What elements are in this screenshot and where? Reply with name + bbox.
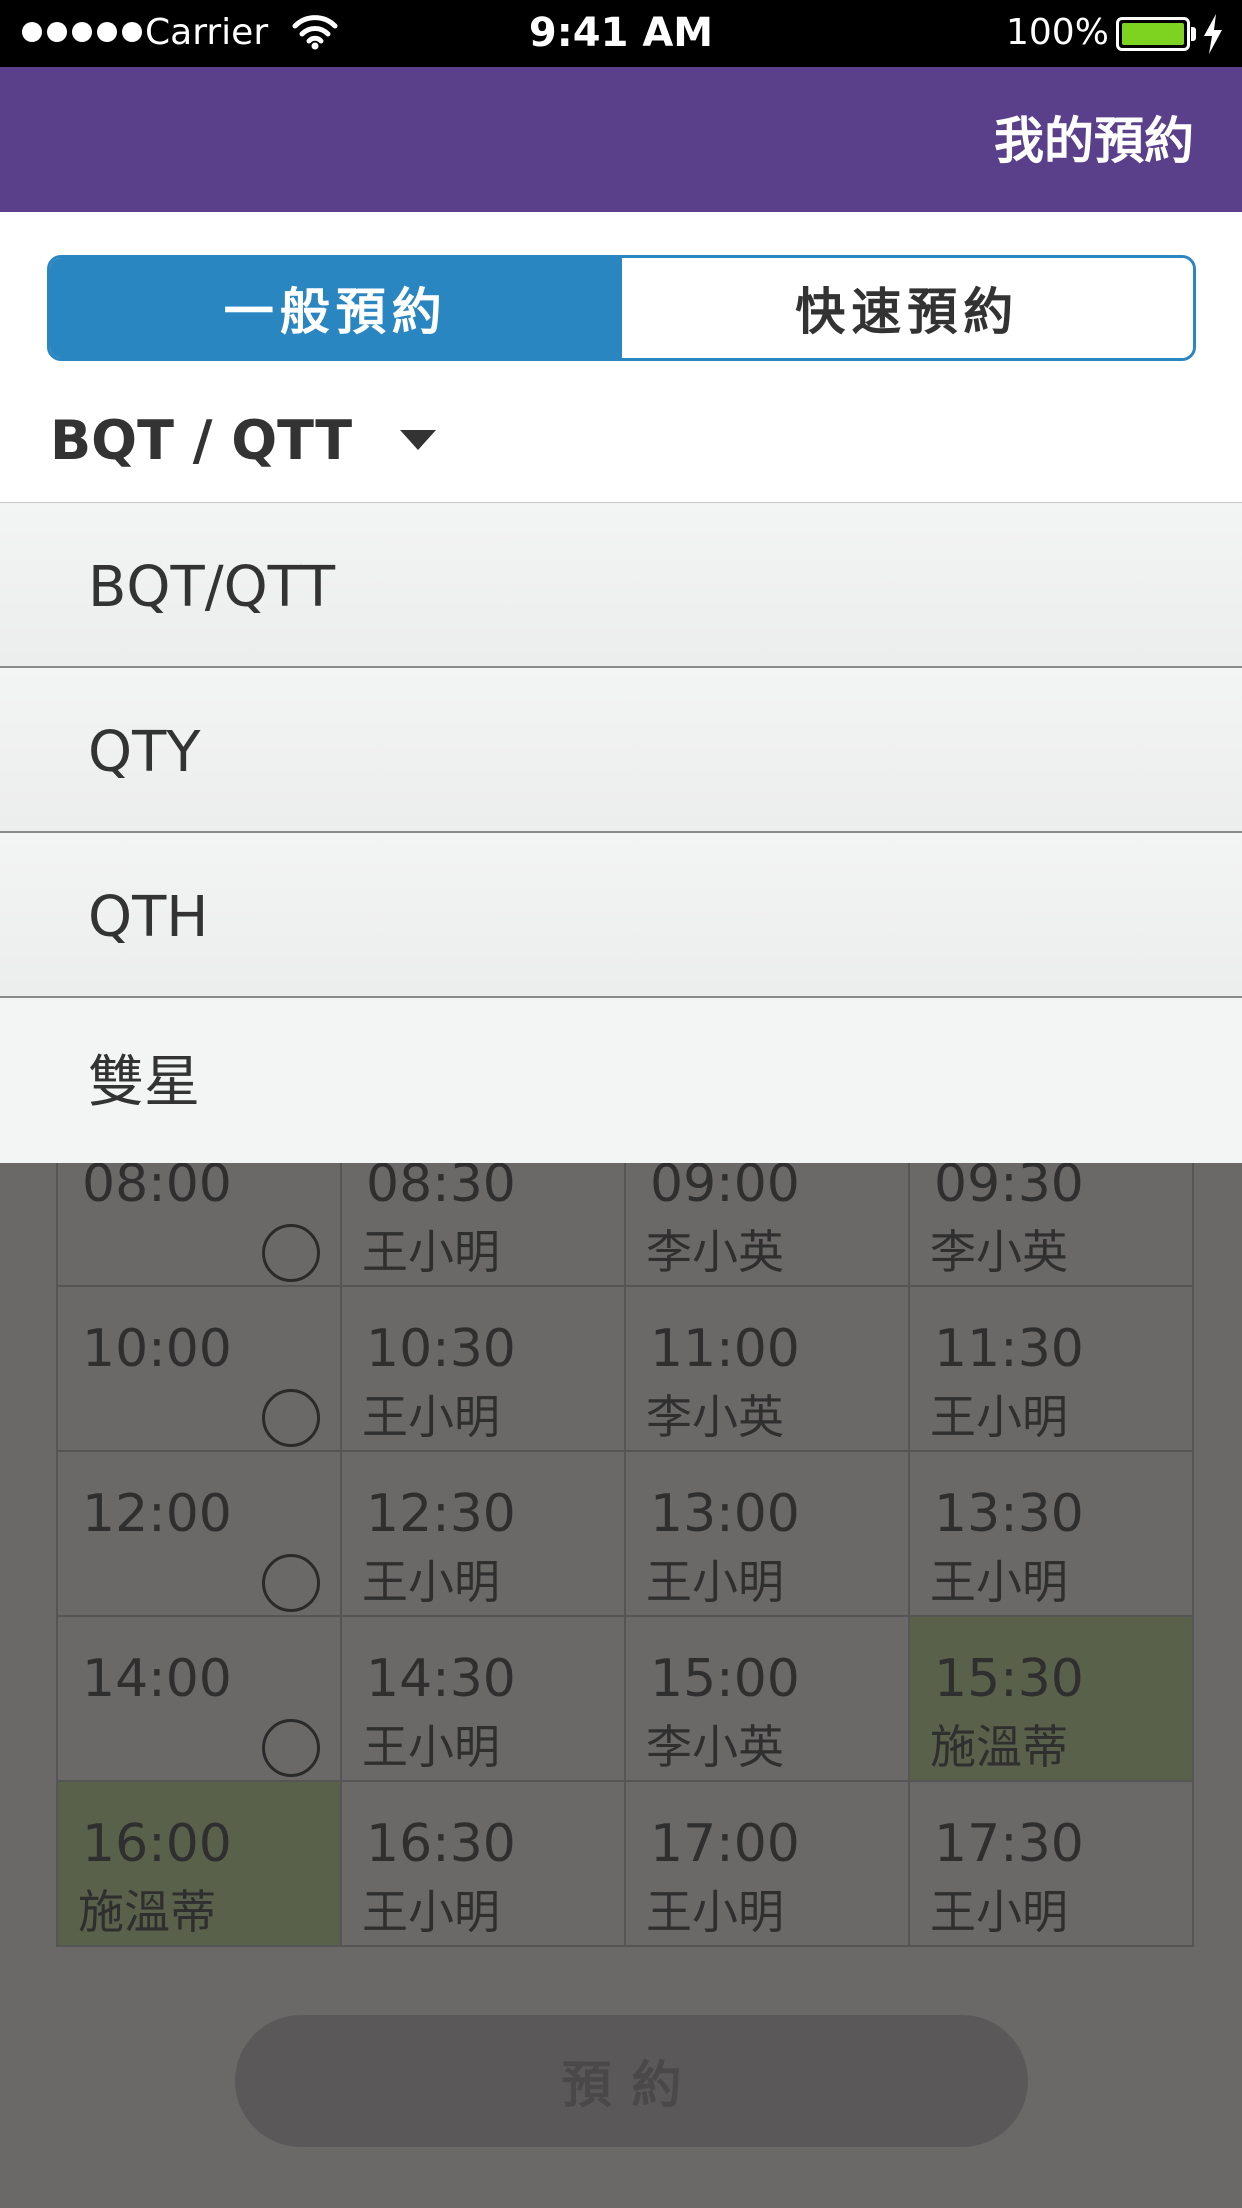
- schedule-slot[interactable]: 11:00 李小英: [626, 1287, 910, 1452]
- schedule-slot[interactable]: 13:00 王小明: [626, 1452, 910, 1617]
- slot-name: 李小英: [646, 1390, 784, 1444]
- slot-time: 14:00: [82, 1649, 232, 1709]
- schedule-slot[interactable]: 16:30 王小明: [342, 1782, 626, 1947]
- slot-name: 王小明: [930, 1390, 1068, 1444]
- slot-time: 11:30: [934, 1319, 1084, 1379]
- slot-name: 王小明: [362, 1720, 500, 1774]
- slot-name: 王小明: [362, 1555, 500, 1609]
- nav-bar: 我的預約: [0, 67, 1242, 212]
- slot-time: 17:00: [650, 1814, 800, 1874]
- battery-icon: [1116, 17, 1190, 51]
- slot-time: 10:30: [366, 1319, 516, 1379]
- slot-time: 13:30: [934, 1484, 1084, 1544]
- slot-name: 李小英: [646, 1720, 784, 1774]
- slot-time: 13:00: [650, 1484, 800, 1544]
- slot-radio[interactable]: [262, 1389, 320, 1447]
- schedule-slot[interactable]: 15:00 李小英: [626, 1617, 910, 1782]
- dropdown-option[interactable]: 雙星: [0, 998, 1242, 1163]
- slot-radio[interactable]: [262, 1554, 320, 1612]
- slot-radio[interactable]: [262, 1719, 320, 1777]
- slot-time: 15:00: [650, 1649, 800, 1709]
- tab-quick-booking[interactable]: 快速預約: [621, 258, 1193, 358]
- status-bar: Carrier 9:41 AM 100%: [0, 0, 1242, 67]
- schedule-slot[interactable]: 17:00 王小明: [626, 1782, 910, 1947]
- slot-time: 15:30: [934, 1649, 1084, 1709]
- dropdown-option[interactable]: QTY: [0, 668, 1242, 833]
- schedule-slot[interactable]: 10:00: [58, 1287, 342, 1452]
- slot-time: 14:30: [366, 1649, 516, 1709]
- dropdown-option-label: 雙星: [88, 1050, 200, 1115]
- slot-name: 王小明: [930, 1555, 1068, 1609]
- slot-name: 王小明: [646, 1555, 784, 1609]
- schedule-slot[interactable]: 16:00 施溫蒂: [58, 1782, 342, 1947]
- slot-name: 王小明: [362, 1885, 500, 1939]
- schedule-slot[interactable]: 15:30 施溫蒂: [910, 1617, 1194, 1782]
- tab-general-booking[interactable]: 一般預約: [50, 258, 622, 358]
- schedule-slot[interactable]: 14:30 王小明: [342, 1617, 626, 1782]
- type-selector[interactable]: BQT / QTT: [50, 400, 437, 480]
- slot-name: 李小英: [646, 1225, 784, 1279]
- slot-name: 王小明: [930, 1885, 1068, 1939]
- dropdown-option[interactable]: BQT/QTT: [0, 503, 1242, 668]
- slot-time: 16:00: [82, 1814, 232, 1874]
- type-selector-value: BQT / QTT: [50, 408, 353, 472]
- book-button[interactable]: 預約: [235, 2015, 1028, 2147]
- schedule-slot[interactable]: 11:30 王小明: [910, 1287, 1194, 1452]
- type-dropdown-menu: BQT/QTT QTY QTH 雙星: [0, 503, 1242, 1163]
- schedule-grid: 08:00 08:30 王小明 09:00 李小英 09:30 李小英 10:00 10:30 王…: [56, 1120, 1194, 1947]
- caret-down-icon: [400, 430, 437, 450]
- schedule-slot[interactable]: 14:00: [58, 1617, 342, 1782]
- slot-name: 王小明: [362, 1390, 500, 1444]
- dropdown-option-label: BQT/QTT: [88, 555, 336, 620]
- schedule-slot[interactable]: 12:00: [58, 1452, 342, 1617]
- slot-time: 12:30: [366, 1484, 516, 1544]
- my-bookings-title[interactable]: 我的預約: [994, 111, 1194, 171]
- schedule-slot[interactable]: 17:30 王小明: [910, 1782, 1194, 1947]
- booking-type-segment: 一般預約 快速預約: [47, 255, 1196, 361]
- battery-tip: [1191, 27, 1196, 41]
- slot-time: 12:00: [82, 1484, 232, 1544]
- dropdown-option-label: QTH: [88, 885, 209, 950]
- schedule-slot[interactable]: 12:30 王小明: [342, 1452, 626, 1617]
- schedule-slot[interactable]: 13:30 王小明: [910, 1452, 1194, 1617]
- slot-name: 王小明: [362, 1225, 500, 1279]
- schedule-slot[interactable]: 10:30 王小明: [342, 1287, 626, 1452]
- dropdown-option[interactable]: QTH: [0, 833, 1242, 998]
- slot-name: 施溫蒂: [78, 1885, 216, 1939]
- slot-time: 10:00: [82, 1319, 232, 1379]
- slot-time: 11:00: [650, 1319, 800, 1379]
- slot-radio[interactable]: [262, 1224, 320, 1282]
- slot-name: 李小英: [930, 1225, 1068, 1279]
- battery-percent: 100%: [1006, 12, 1109, 53]
- slot-time: 17:30: [934, 1814, 1084, 1874]
- slot-name: 王小明: [646, 1885, 784, 1939]
- dropdown-option-label: QTY: [88, 720, 201, 785]
- slot-time: 16:30: [366, 1814, 516, 1874]
- slot-name: 施溫蒂: [930, 1720, 1068, 1774]
- charging-bolt-icon: [1204, 14, 1222, 54]
